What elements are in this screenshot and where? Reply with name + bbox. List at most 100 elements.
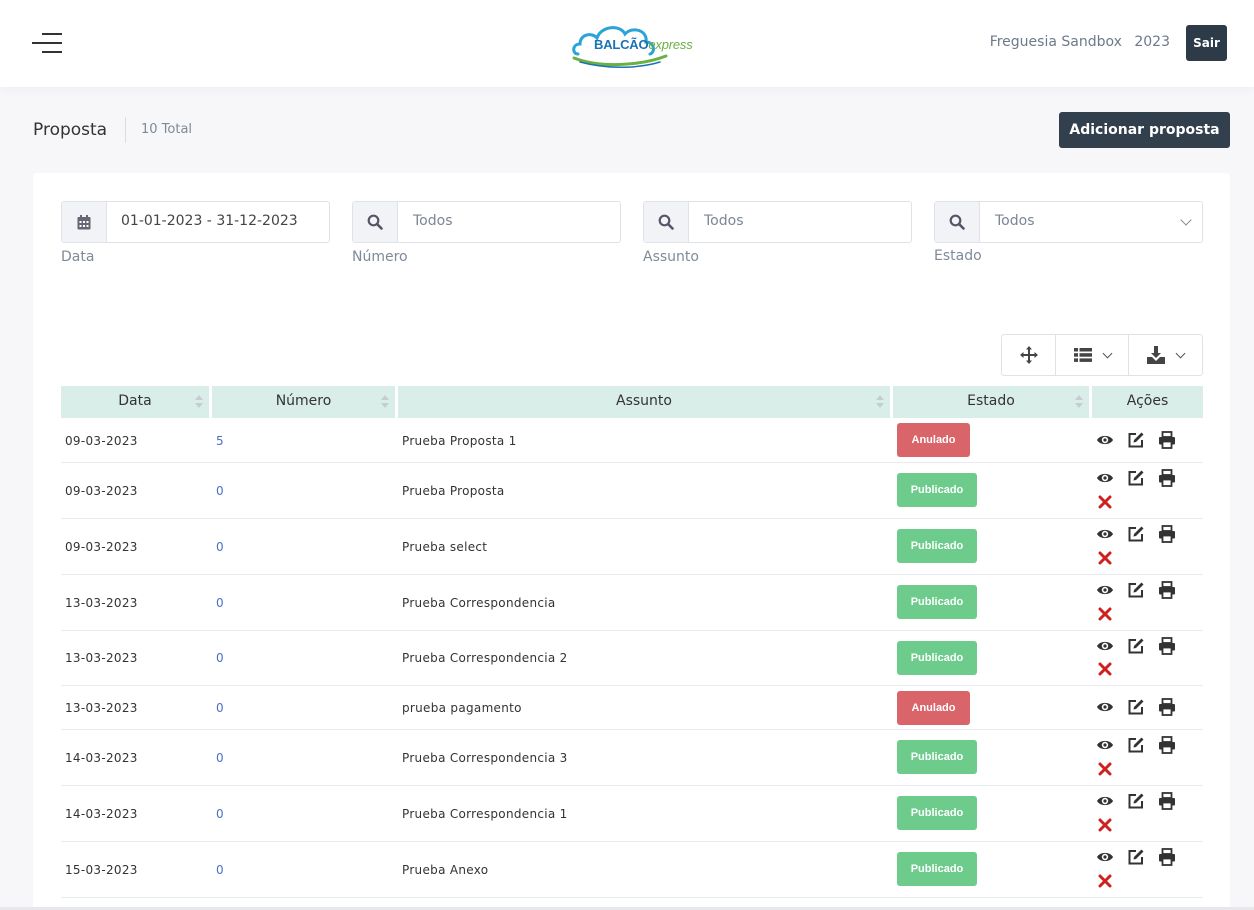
calendar-icon — [62, 202, 107, 242]
eye-icon[interactable] — [1096, 698, 1114, 716]
cell-numero[interactable]: 0 — [216, 484, 224, 498]
print-icon[interactable] — [1158, 736, 1176, 754]
eye-icon[interactable] — [1096, 792, 1114, 810]
delete-icon[interactable] — [1096, 493, 1114, 511]
table-row: 14-03-2023 0 Prueba Correspondencia 3 Pu… — [61, 730, 1203, 786]
cell-numero[interactable]: 0 — [216, 863, 224, 877]
date-range-value: 01-01-2023 - 31-12-2023 — [121, 213, 298, 229]
sort-icon — [381, 395, 389, 409]
logo[interactable]: BALCÃOexpress — [570, 18, 700, 70]
edit-icon[interactable] — [1127, 469, 1145, 487]
eye-icon[interactable] — [1096, 637, 1114, 655]
eye-icon[interactable] — [1096, 431, 1114, 449]
edit-icon[interactable] — [1127, 581, 1145, 599]
menu-icon[interactable] — [32, 30, 64, 56]
print-icon[interactable] — [1158, 469, 1176, 487]
delete-icon[interactable] — [1096, 872, 1114, 890]
logo-sub: express — [648, 37, 693, 52]
cell-assunto: Prueba Correspondencia 1 — [402, 807, 568, 821]
print-icon[interactable] — [1158, 431, 1176, 449]
edit-icon[interactable] — [1127, 431, 1145, 449]
eye-icon[interactable] — [1096, 525, 1114, 543]
status-badge: Publicado — [897, 641, 977, 675]
search-icon — [644, 202, 689, 242]
print-icon[interactable] — [1158, 581, 1176, 599]
cell-assunto: Prueba Proposta 1 — [402, 434, 517, 448]
numero-placeholder: Todos — [413, 213, 453, 229]
cell-numero[interactable]: 0 — [216, 701, 224, 715]
search-icon — [353, 202, 398, 242]
print-icon[interactable] — [1158, 698, 1176, 716]
assunto-filter[interactable]: Todos — [643, 201, 912, 243]
edit-icon[interactable] — [1127, 848, 1145, 866]
status-badge: Publicado — [897, 796, 977, 830]
eye-icon[interactable] — [1096, 848, 1114, 866]
table-row: 09-03-2023 0 Prueba Proposta Publicado — [61, 463, 1203, 519]
columns-toggle-button[interactable] — [1056, 335, 1129, 375]
status-badge: Publicado — [897, 529, 977, 563]
logo-main: BALCÃO — [594, 37, 649, 52]
print-icon[interactable] — [1158, 848, 1176, 866]
edit-icon[interactable] — [1127, 698, 1145, 716]
cell-numero[interactable]: 0 — [216, 596, 224, 610]
table-row: 13-03-2023 0 Prueba Correspondencia 2 Pu… — [61, 631, 1203, 686]
table-row: 14-03-2023 0 Prueba Correspondencia 1 Pu… — [61, 786, 1203, 842]
column-header-estado[interactable]: Estado — [893, 386, 1089, 418]
cell-data: 09-03-2023 — [65, 540, 138, 554]
print-icon[interactable] — [1158, 792, 1176, 810]
eye-icon[interactable] — [1096, 581, 1114, 599]
eye-icon[interactable] — [1096, 736, 1114, 754]
logout-button[interactable]: Sair — [1186, 25, 1227, 61]
download-icon — [1147, 346, 1165, 364]
cell-data: 14-03-2023 — [65, 807, 138, 821]
cell-numero[interactable]: 0 — [216, 807, 224, 821]
edit-icon[interactable] — [1127, 736, 1145, 754]
estado-selected: Todos — [995, 213, 1035, 229]
column-header-assunto[interactable]: Assunto — [398, 386, 890, 418]
table-row: 15-03-2023 0 Prueba Anexo Publicado — [61, 842, 1203, 898]
assunto-placeholder: Todos — [704, 213, 744, 229]
column-header-numero[interactable]: Número — [212, 386, 395, 418]
cell-data: 09-03-2023 — [65, 484, 138, 498]
numero-filter[interactable]: Todos — [352, 201, 621, 243]
table-header: Data Número Assunto Estado Ações — [61, 386, 1203, 418]
delete-icon[interactable] — [1096, 660, 1114, 678]
sort-icon — [1075, 395, 1083, 409]
status-badge: Publicado — [897, 740, 977, 774]
chevron-down-icon — [1175, 348, 1186, 358]
edit-icon[interactable] — [1127, 637, 1145, 655]
print-icon[interactable] — [1158, 525, 1176, 543]
delete-icon[interactable] — [1096, 605, 1114, 623]
cell-numero[interactable]: 0 — [216, 751, 224, 765]
estado-filter-label: Estado — [934, 248, 982, 264]
table-row: 13-03-2023 0 Prueba Correspondencia Publ… — [61, 575, 1203, 631]
assunto-filter-label: Assunto — [643, 249, 699, 265]
cell-assunto: Prueba Correspondencia 2 — [402, 651, 568, 665]
column-header-acoes: Ações — [1092, 386, 1203, 418]
delete-icon[interactable] — [1096, 760, 1114, 778]
total-count: 10 Total — [141, 122, 193, 137]
print-icon[interactable] — [1158, 637, 1176, 655]
chevron-down-icon — [1180, 214, 1192, 226]
cell-numero[interactable]: 0 — [216, 651, 224, 665]
edit-icon[interactable] — [1127, 792, 1145, 810]
move-icon[interactable] — [1002, 335, 1056, 375]
sort-icon — [195, 395, 203, 409]
delete-icon[interactable] — [1096, 816, 1114, 834]
cell-numero[interactable]: 0 — [216, 540, 224, 554]
org-name: Freguesia Sandbox — [989, 34, 1122, 50]
list-icon — [1073, 348, 1092, 362]
cell-numero[interactable]: 5 — [216, 434, 224, 448]
estado-select[interactable]: Todos — [934, 201, 1203, 243]
date-filter[interactable]: 01-01-2023 - 31-12-2023 — [61, 201, 330, 243]
column-header-data[interactable]: Data — [61, 386, 209, 418]
numero-filter-label: Número — [352, 249, 408, 265]
cell-assunto: Prueba Proposta — [402, 484, 505, 498]
edit-icon[interactable] — [1127, 525, 1145, 543]
export-button[interactable] — [1129, 335, 1202, 375]
eye-icon[interactable] — [1096, 469, 1114, 487]
delete-icon[interactable] — [1096, 549, 1114, 567]
add-proposal-button[interactable]: Adicionar proposta — [1059, 112, 1230, 148]
status-badge: Anulado — [897, 691, 970, 725]
chevron-down-icon — [1102, 348, 1112, 358]
